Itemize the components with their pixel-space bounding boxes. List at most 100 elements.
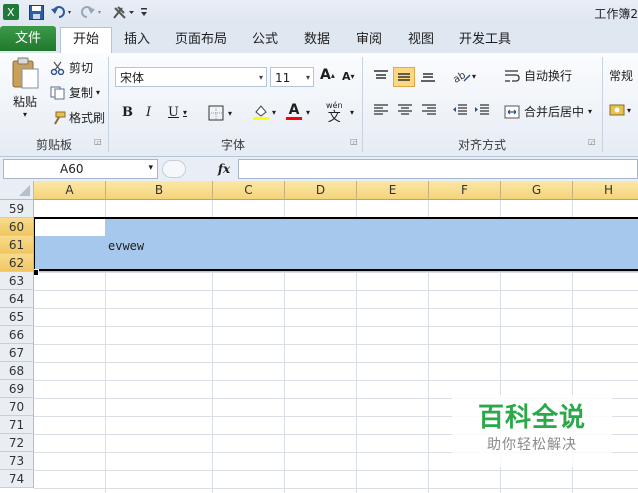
row-header-64[interactable]: 64 xyxy=(0,290,34,308)
formula-input[interactable] xyxy=(238,159,638,179)
row-header-71[interactable]: 71 xyxy=(0,416,34,434)
align-middle-icon xyxy=(398,73,410,81)
increase-indent-button[interactable] xyxy=(474,103,490,117)
column-header-g[interactable]: G xyxy=(501,181,573,200)
row-header-60[interactable]: 60 xyxy=(0,218,34,236)
clipboard-launcher-icon[interactable]: ◲ xyxy=(94,137,102,146)
merge-center-button[interactable]: 合并后居中 ▾ xyxy=(504,103,592,120)
watermark-subtitle: 助你轻松解决 xyxy=(487,437,577,453)
bold-icon: B xyxy=(122,105,133,120)
align-bottom-button[interactable] xyxy=(420,69,436,83)
shrink-font-button[interactable]: A ▾ xyxy=(342,70,355,83)
wrap-text-button[interactable]: 自动换行 xyxy=(504,67,572,84)
chevron-down-icon: ▾ xyxy=(472,71,477,81)
font-size-combo[interactable]: 11 ▾ xyxy=(270,67,314,87)
column-header-a[interactable]: A xyxy=(34,181,106,200)
save-icon[interactable] xyxy=(28,4,44,20)
undo-icon[interactable] xyxy=(50,4,74,20)
column-header-f[interactable]: F xyxy=(429,181,501,200)
gridline xyxy=(34,344,638,345)
font-name-combo[interactable]: 宋体 ▾ xyxy=(115,67,267,87)
row-header-61[interactable]: 61 xyxy=(0,236,34,254)
align-left-button[interactable] xyxy=(373,103,389,117)
column-header-h[interactable]: H xyxy=(573,181,638,200)
tab-data[interactable]: 数据 xyxy=(296,28,338,52)
tab-insert[interactable]: 插入 xyxy=(116,28,158,52)
cut-button[interactable]: 剪切 xyxy=(50,59,93,76)
chevron-down-icon[interactable]: ▾ xyxy=(306,108,310,117)
tab-view[interactable]: 视图 xyxy=(400,28,442,52)
underline-button[interactable]: U ▾ xyxy=(168,105,187,120)
align-right-icon xyxy=(422,104,436,115)
alignment-launcher-icon[interactable]: ◲ xyxy=(588,137,596,146)
align-top-button[interactable] xyxy=(373,69,389,83)
font-color-swatch xyxy=(286,117,302,120)
italic-icon: I xyxy=(146,105,152,120)
column-header-d[interactable]: D xyxy=(285,181,357,200)
name-box[interactable]: A60 ▾ xyxy=(3,159,158,179)
orientation-button[interactable]: ab ▾ xyxy=(452,67,476,85)
group-label-alignment: 对齐方式 xyxy=(457,138,506,152)
align-center-button[interactable] xyxy=(397,103,413,117)
phonetic-button[interactable]: wén 文 xyxy=(326,101,343,125)
fx-icon: fx xyxy=(217,162,231,176)
customize-icon[interactable] xyxy=(139,4,149,20)
tab-page-layout[interactable]: 页面布局 xyxy=(168,28,234,52)
wrap-text-icon xyxy=(505,69,520,82)
copy-button[interactable]: 复制 ▾ xyxy=(50,84,100,101)
tools-icon[interactable] xyxy=(112,4,136,20)
tab-review[interactable]: 审阅 xyxy=(348,28,390,52)
fill-color-button[interactable]: ▾ xyxy=(252,103,276,121)
row-header-59[interactable]: 59 xyxy=(0,200,34,218)
row-header-63[interactable]: 63 xyxy=(0,272,34,290)
grow-font-button[interactable]: A ▴ xyxy=(320,67,335,83)
italic-button[interactable]: I xyxy=(146,105,151,120)
bold-button[interactable]: B xyxy=(122,105,133,120)
format-painter-icon xyxy=(54,111,66,124)
row-header-69[interactable]: 69 xyxy=(0,380,34,398)
separator xyxy=(602,57,603,152)
decrease-indent-button[interactable] xyxy=(452,103,468,117)
watermark: 百科全说 助你轻松解决 xyxy=(452,395,612,467)
merge-center-icon xyxy=(504,105,520,118)
gridline xyxy=(34,362,638,363)
borders-button[interactable]: ▾ xyxy=(208,105,232,121)
accounting-format-button[interactable]: ▾ xyxy=(609,103,631,117)
align-right-button[interactable] xyxy=(421,103,437,117)
copy-icon xyxy=(50,86,65,99)
row-header-67[interactable]: 67 xyxy=(0,344,34,362)
cell-b61[interactable]: evwew xyxy=(108,237,144,255)
column-header-b[interactable]: B xyxy=(106,181,213,200)
window-title: 工作簿2 xyxy=(594,7,638,21)
formula-bar-splitter[interactable] xyxy=(162,160,186,178)
spreadsheet-grid[interactable]: A B C D E F G H evwew 59 60 61 62 63 64 … xyxy=(0,181,638,493)
redo-icon[interactable] xyxy=(80,4,104,20)
tab-home[interactable]: 开始 xyxy=(60,27,112,53)
row-header-70[interactable]: 70 xyxy=(0,398,34,416)
row-header-74[interactable]: 74 xyxy=(0,470,34,488)
row-header-66[interactable]: 66 xyxy=(0,326,34,344)
phonetic-char: 文 xyxy=(327,110,341,125)
column-header-c[interactable]: C xyxy=(213,181,285,200)
font-launcher-icon[interactable]: ◲ xyxy=(350,137,358,146)
row-header-65[interactable]: 65 xyxy=(0,308,34,326)
row-header-68[interactable]: 68 xyxy=(0,362,34,380)
row-header-72[interactable]: 72 xyxy=(0,434,34,452)
number-format-combo[interactable]: 常规 xyxy=(609,67,633,84)
tab-file[interactable]: 文件 xyxy=(0,26,56,51)
chevron-down-icon: ▾ xyxy=(627,105,632,115)
row-header-73[interactable]: 73 xyxy=(0,452,34,470)
font-color-button[interactable]: A xyxy=(286,103,302,120)
row-header-62[interactable]: 62 xyxy=(0,254,34,272)
tab-developer[interactable]: 开发工具 xyxy=(452,28,518,52)
chevron-down-icon[interactable]: ▾ xyxy=(350,108,354,117)
select-all-corner[interactable] xyxy=(0,181,34,200)
paste-button[interactable]: 粘贴 ▾ xyxy=(8,57,42,127)
insert-function-button[interactable]: fx xyxy=(214,160,234,178)
format-painter-button[interactable]: 格式刷 xyxy=(50,109,105,126)
column-header-e[interactable]: E xyxy=(357,181,429,200)
align-top-icon xyxy=(374,70,388,79)
tab-formulas[interactable]: 公式 xyxy=(244,28,286,52)
orientation-icon: ab xyxy=(452,70,471,85)
align-middle-button[interactable] xyxy=(393,67,415,87)
